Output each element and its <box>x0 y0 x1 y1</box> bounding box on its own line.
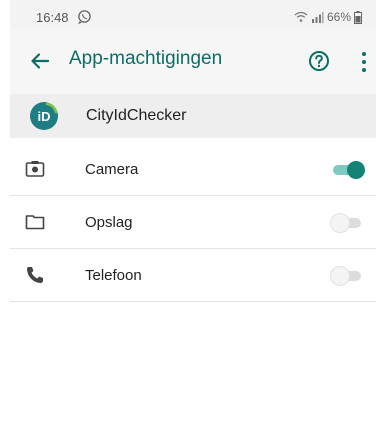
help-icon[interactable] <box>308 50 330 72</box>
signal-icon <box>311 12 324 23</box>
page-title: App-machtigingen <box>69 48 223 69</box>
status-indicators: 66% <box>294 9 362 25</box>
permission-row-camera[interactable]: Camera <box>10 143 376 196</box>
camera-icon <box>25 161 45 177</box>
phone-icon <box>27 267 43 283</box>
permission-row-opslag[interactable]: Opslag <box>10 196 376 249</box>
app-name: CityIdChecker <box>86 107 187 124</box>
permission-list: Camera Opslag Telefoon <box>10 143 376 302</box>
cityidchecker-logo: iD <box>30 102 58 130</box>
whatsapp-icon <box>78 10 91 24</box>
svg-text:iD: iD <box>38 109 51 124</box>
back-arrow-icon[interactable] <box>28 49 52 73</box>
status-time: 16:48 <box>36 10 69 25</box>
more-vert-icon[interactable] <box>360 51 368 73</box>
phone-screen: 16:48 66% App-machtigingen iD CityIdChec… <box>0 0 382 422</box>
telefoon-toggle[interactable] <box>331 266 365 286</box>
toggle-thumb <box>331 267 349 285</box>
battery-percentage: 66% <box>326 10 351 24</box>
opslag-toggle[interactable] <box>331 213 365 233</box>
empty-area <box>10 303 376 422</box>
permission-label: Camera <box>85 161 139 178</box>
toggle-thumb <box>347 161 365 179</box>
camera-toggle[interactable] <box>331 160 365 180</box>
battery-icon <box>354 10 362 24</box>
status-bar: 16:48 66% <box>10 0 376 28</box>
wifi-icon <box>294 11 308 22</box>
toolbar: App-machtigingen <box>10 28 376 94</box>
permission-label: Telefoon <box>85 267 142 284</box>
folder-icon <box>25 215 45 230</box>
app-header: iD CityIdChecker <box>10 94 376 138</box>
permission-label: Opslag <box>85 214 133 231</box>
toggle-thumb <box>331 214 349 232</box>
permission-row-telefoon[interactable]: Telefoon <box>10 249 376 302</box>
